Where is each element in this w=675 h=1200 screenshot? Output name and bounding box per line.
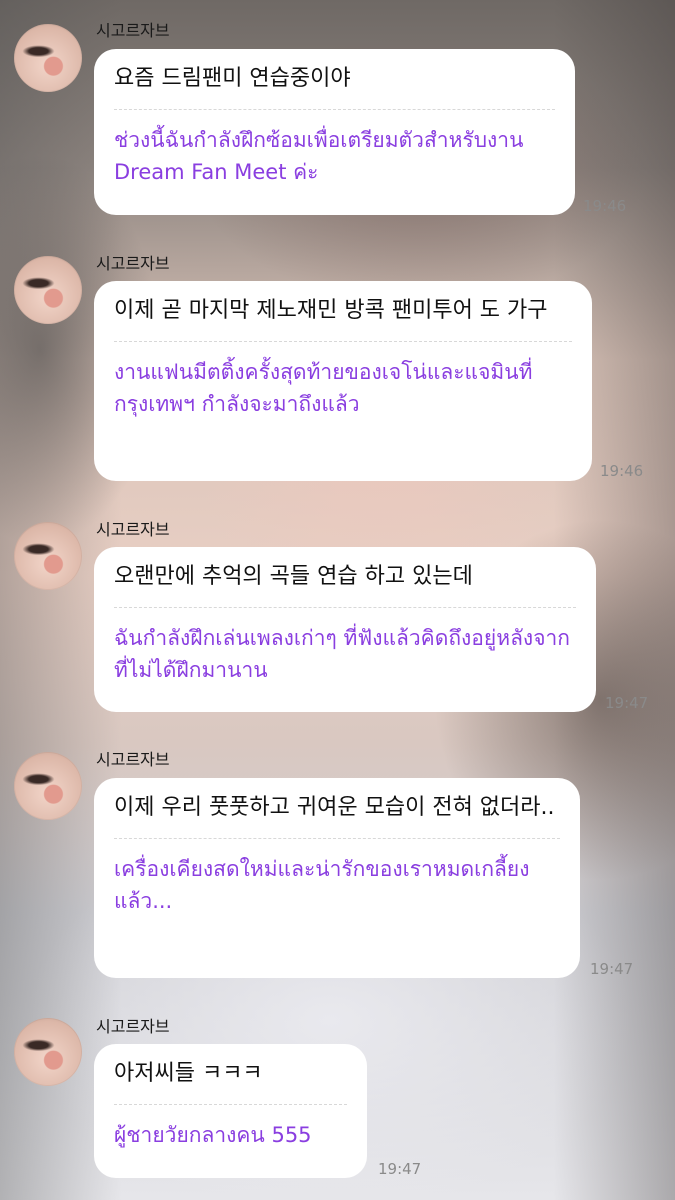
message-bubble[interactable]: 이제 우리 풋풋하고 귀여운 모습이 전혀 없더라.. เครื่องเคียง… (94, 778, 580, 978)
message-bubble[interactable]: 아저씨들 ㅋㅋㅋ ผู้ชายวัยกลางคน 555 (94, 1044, 367, 1178)
translation-divider (114, 838, 560, 839)
avatar[interactable] (14, 752, 82, 820)
korean-text: 아저씨들 ㅋㅋㅋ (114, 1061, 263, 1086)
translation-divider (114, 341, 572, 342)
thai-translation-text: งานแฟนมีตติ้งครั้งสุดท้ายของเจโน่และแจมิ… (114, 360, 533, 416)
message-bubble[interactable]: 요즘 드림팬미 연습중이야 ช่วงนี้ฉันกำลังฝึกซ้อมเพื่… (94, 49, 575, 215)
korean-text: 이제 곧 마지막 제노재민 방콕 팬미투어 도 가구 (114, 298, 548, 323)
thai-translation-text: ฉันกำลังฝึกเล่นเพลงเก่าๆ ที่ฟังแล้วคิดถึ… (114, 626, 571, 682)
message-timestamp: 19:46 (583, 197, 627, 215)
message-timestamp: 19:47 (605, 694, 649, 712)
message-timestamp: 19:46 (600, 462, 644, 480)
avatar[interactable] (14, 1018, 82, 1086)
korean-text: 오랜만에 추억의 곡들 연습 하고 있는데 (114, 564, 473, 589)
korean-text: 이제 우리 풋풋하고 귀여운 모습이 전혀 없더라.. (114, 795, 555, 820)
sender-name: 시고르자브 (96, 750, 170, 769)
message-timestamp: 19:47 (378, 1160, 422, 1178)
sender-name: 시고르자브 (96, 21, 170, 40)
korean-text: 요즘 드림팬미 연습중이야 (114, 66, 351, 91)
message-timestamp: 19:47 (590, 960, 634, 978)
sender-name: 시고르자브 (96, 520, 170, 539)
avatar[interactable] (14, 522, 82, 590)
thai-translation-text: ช่วงนี้ฉันกำลังฝึกซ้อมเพื่อเตรียมตัวสำหร… (114, 128, 524, 184)
thai-translation-text: ผู้ชายวัยกลางคน 555 (114, 1123, 312, 1147)
message-bubble[interactable]: 이제 곧 마지막 제노재민 방콕 팬미투어 도 가구 งานแฟนมีตติ้ง… (94, 281, 592, 481)
translation-divider (114, 1104, 347, 1105)
thai-translation-text: เครื่องเคียงสดใหม่และน่ารักของเราหมดเกลี… (114, 857, 530, 913)
avatar[interactable] (14, 256, 82, 324)
translation-divider (114, 607, 576, 608)
translation-divider (114, 109, 555, 110)
message-bubble[interactable]: 오랜만에 추억의 곡들 연습 하고 있는데 ฉันกำลังฝึกเล่นเพล… (94, 547, 596, 712)
avatar[interactable] (14, 24, 82, 92)
sender-name: 시고르자브 (96, 254, 170, 273)
sender-name: 시고르자브 (96, 1017, 170, 1036)
